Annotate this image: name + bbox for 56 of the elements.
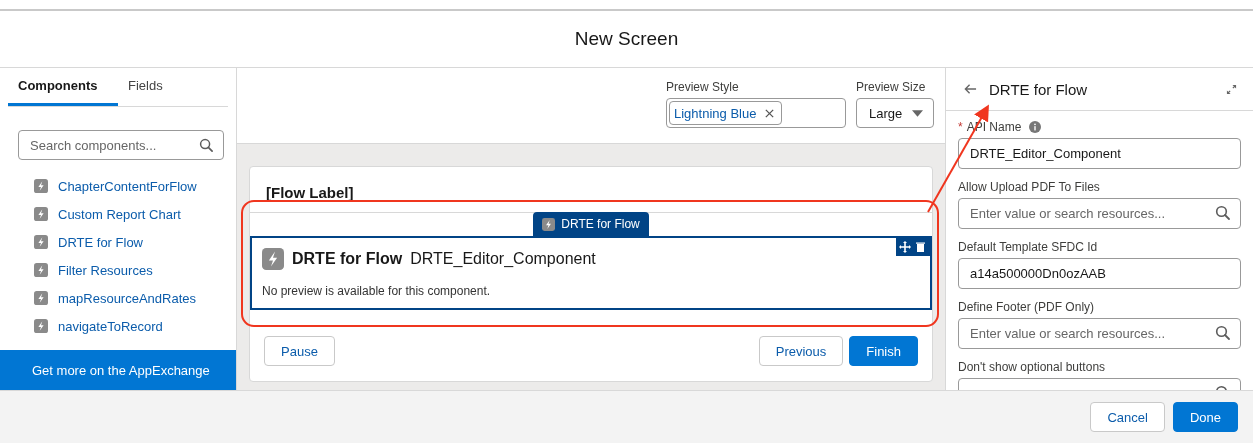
- lightning-icon: [34, 235, 48, 249]
- field-label: Define Footer (PDF Only): [958, 300, 1095, 314]
- lightning-icon: [34, 207, 48, 221]
- component-tab[interactable]: DRTE for Flow: [533, 212, 649, 236]
- component-title: DRTE for Flow: [292, 250, 403, 268]
- component-item[interactable]: Custom Report Chart: [58, 206, 181, 222]
- preview-size-dropdown[interactable]: Large: [856, 98, 934, 128]
- lightning-icon: [34, 319, 48, 333]
- lookup-field[interactable]: Enter value or search resources...: [958, 318, 1241, 349]
- caret-icon: [912, 109, 923, 117]
- flow-button[interactable]: Finish: [849, 336, 918, 366]
- component-item[interactable]: DRTE for Flow: [58, 234, 143, 250]
- back-arrow-icon[interactable]: [964, 83, 977, 95]
- window-title: New Screen: [574, 28, 679, 50]
- flow-button[interactable]: Pause: [264, 336, 335, 366]
- panel-tab[interactable]: Components: [8, 68, 118, 106]
- dropdown-value: Large: [869, 105, 903, 121]
- component-item[interactable]: Filter Resources: [58, 262, 153, 278]
- field-label: Default Template SFDC Id: [958, 240, 1098, 254]
- component-item[interactable]: mapResourceAndRates: [58, 290, 197, 306]
- search-icon: [1215, 325, 1231, 341]
- lightning-icon: [262, 248, 284, 270]
- expand-icon[interactable]: [1226, 83, 1237, 95]
- lightning-icon: [34, 263, 48, 277]
- input-field[interactable]: a14a500000Dn0ozAAB: [958, 258, 1241, 289]
- move-delete-icons[interactable]: [896, 238, 930, 256]
- pill-label: Lightning Blue: [674, 105, 757, 121]
- panel-tab[interactable]: Fields: [118, 68, 173, 106]
- preview-style-field[interactable]: Lightning Blue: [666, 98, 846, 128]
- required-mark: *: [958, 120, 963, 134]
- footer-button[interactable]: Done: [1172, 402, 1238, 432]
- preview-note: No preview is available for this component.: [262, 284, 492, 298]
- component-box[interactable]: DRTE for Flow DRTE_Editor_Component No preview is available for this component.: [250, 236, 932, 310]
- lightning-icon: [34, 179, 48, 193]
- flow-button[interactable]: Previous: [758, 336, 844, 366]
- appexchange-button[interactable]: Get more on the AppExchange: [0, 350, 236, 390]
- lookup-field[interactable]: Enter value or search resources...: [958, 198, 1241, 229]
- input-field[interactable]: DRTE_Editor_Component: [958, 138, 1241, 169]
- field-label: Preview Size: [856, 80, 927, 94]
- remove-icon[interactable]: [764, 107, 776, 119]
- search-icon: [1215, 205, 1231, 221]
- component-item[interactable]: navigateToRecord: [58, 318, 163, 334]
- component-api-name: DRTE_Editor_Component: [410, 250, 596, 268]
- style-pill[interactable]: Lightning Blue: [669, 101, 783, 125]
- info-icon: [1029, 121, 1042, 133]
- component-tab-label: DRTE for Flow: [561, 217, 640, 231]
- component-item[interactable]: ChapterContentForFlow: [58, 178, 197, 194]
- lightning-icon: [542, 217, 556, 231]
- field-label: Don't show optional buttons: [958, 360, 1106, 374]
- lightning-icon: [34, 291, 48, 305]
- panel-title: DRTE for Flow: [989, 80, 1089, 98]
- search-field[interactable]: Search components...: [18, 130, 224, 160]
- field-label: Preview Style: [666, 80, 740, 94]
- field-label: Allow Upload PDF To Files: [958, 180, 1100, 194]
- search-icon: [199, 138, 214, 153]
- footer-button[interactable]: Cancel: [1090, 402, 1165, 432]
